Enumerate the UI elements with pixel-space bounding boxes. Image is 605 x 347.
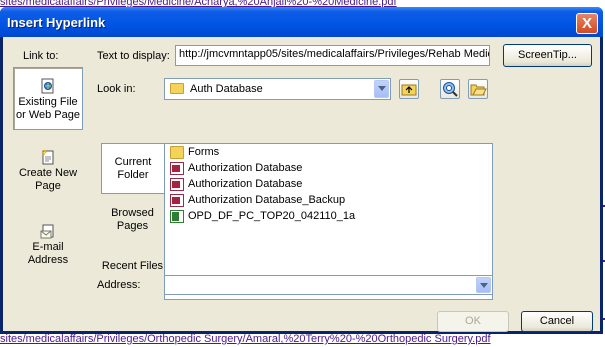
tab-current-folder[interactable]: Current Folder (101, 143, 164, 194)
new-page-icon (40, 149, 56, 165)
look-in-label: Look in: (97, 83, 136, 95)
screentip-button[interactable]: ScreenTip... (503, 44, 592, 67)
chevron-down-icon[interactable] (476, 277, 491, 293)
ok-button[interactable]: OK (437, 311, 509, 332)
link-to-label: Link to: (23, 50, 59, 62)
folder-icon (170, 145, 184, 159)
link-existing-file-label: Existing File or Web Page (15, 96, 80, 121)
look-in-value: Auth Database (190, 83, 263, 95)
access-database-icon (170, 177, 184, 191)
link-create-new-page-label: Create New Page (18, 167, 78, 192)
list-item[interactable]: Authorization Database (170, 160, 302, 176)
link-email-address-button[interactable]: E-mail Address (13, 215, 83, 273)
close-button[interactable]: X (576, 13, 598, 34)
list-item[interactable]: Authorization Database_Backup (170, 192, 345, 208)
link-create-new-page-button[interactable]: Create New Page (13, 141, 83, 199)
tab-recent-files[interactable]: Recent Files (101, 253, 164, 298)
dialog-body: Link to: Existing File or Web Page Creat… (3, 37, 600, 332)
cancel-button[interactable]: Cancel (521, 311, 593, 332)
browse-file-button[interactable] (468, 79, 488, 99)
link-email-address-label: E-mail Address (27, 241, 69, 266)
folder-icon (170, 83, 184, 94)
list-item[interactable]: Forms (170, 144, 219, 160)
close-icon: X (581, 15, 592, 32)
existing-file-icon (40, 78, 56, 94)
text-to-display-label: Text to display: (97, 50, 170, 62)
address-field[interactable] (164, 275, 493, 295)
dialog-title: Insert Hyperlink (7, 15, 106, 30)
address-label: Address: (97, 279, 141, 291)
email-icon (40, 223, 56, 239)
open-folder-icon (470, 84, 487, 96)
up-one-folder-button[interactable] (399, 79, 419, 99)
browse-tabs: Current Folder Browsed Pages Recent File… (101, 143, 164, 300)
excel-file-icon (170, 209, 184, 223)
look-in-dropdown[interactable]: Auth Database (164, 78, 391, 100)
tab-browsed-pages[interactable]: Browsed Pages (101, 199, 164, 247)
text-to-display-field[interactable]: http://jmcvmntapp05/sites/medicalaffairs… (175, 45, 490, 66)
list-item[interactable]: Authorization Database (170, 176, 302, 192)
browse-web-button[interactable] (440, 79, 460, 99)
insert-hyperlink-dialog: Insert Hyperlink X Link to: Existing Fil… (0, 7, 603, 334)
folder-up-icon (401, 84, 417, 96)
title-bar[interactable]: Insert Hyperlink X (0, 7, 603, 37)
background-link-bottom[interactable]: sites/medicalaffairs/Privileges/Orthoped… (0, 333, 491, 345)
link-to-bar: Existing File or Web Page Create New Pag… (8, 67, 88, 292)
access-database-icon (170, 161, 184, 175)
browse-web-icon (443, 82, 458, 97)
access-database-icon (170, 193, 184, 207)
list-item[interactable]: OPD_DF_PC_TOP20_042110_1a (170, 208, 355, 224)
chevron-down-icon[interactable] (374, 80, 389, 98)
link-existing-file-button[interactable]: Existing File or Web Page (13, 67, 83, 130)
